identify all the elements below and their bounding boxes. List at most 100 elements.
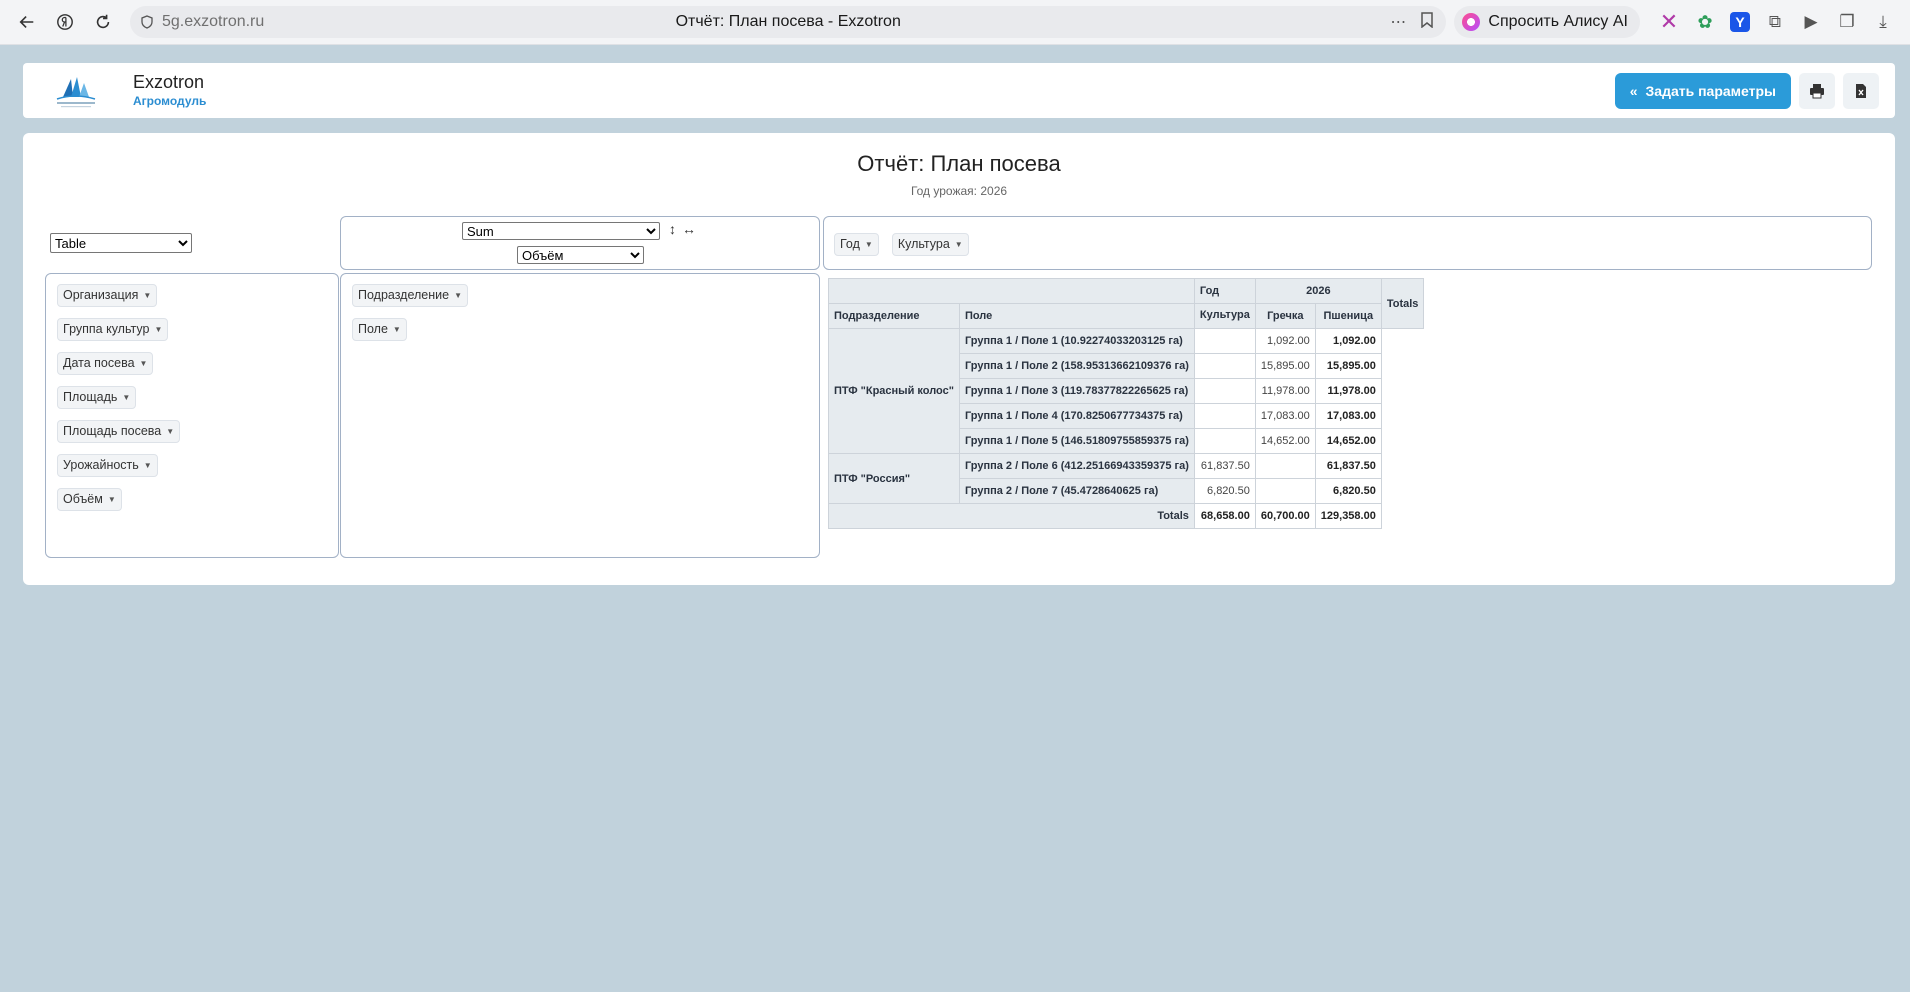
cell-pshenitsa [1254, 453, 1316, 479]
pivot-table: Год 2026 Totals Культура Гречка Пшеница … [828, 278, 1425, 529]
dropdown-triangle-icon: ▼ [392, 325, 401, 334]
col-header-crop-pshenitsa: Пшеница [1314, 303, 1382, 329]
row-header-field: Группа 1 / Поле 5 (146.51809755859375 га… [958, 428, 1195, 454]
totals-row: Totals 68,658.00 60,700.00 129,358.00 [828, 503, 1424, 529]
alice-label: Спросить Алису AI [1488, 13, 1628, 30]
cell-pshenitsa: 1,092.00 [1254, 328, 1316, 354]
export-excel-button[interactable] [1843, 72, 1879, 109]
shield-icon [141, 15, 153, 29]
table-row: ПТФ "Красный колос" Группа 1 / Поле 1 (1… [828, 328, 1424, 454]
cell-pshenitsa: 17,083.00 [1254, 403, 1316, 429]
row-field-division[interactable]: Подразделение ▼ [352, 284, 469, 307]
cell-grechka [1193, 428, 1256, 454]
col-header-year: 2026 [1254, 278, 1382, 304]
dropdown-triangle-icon: ▼ [143, 461, 152, 470]
col-axis-label-year: Год [1193, 278, 1256, 304]
alice-icon [1462, 13, 1481, 31]
cell-row-total: 15,895.00 [1314, 353, 1382, 379]
cell-row-total: 14,652.00 [1314, 428, 1382, 454]
reload-icon[interactable] [86, 5, 120, 39]
address-bar[interactable]: 5g.exzotron.ru Отчёт: План посева - Exzo… [130, 6, 1447, 38]
back-icon[interactable] [10, 5, 44, 39]
unused-fields-area: Организация ▼ Группа культур ▼ Дата посева… [45, 273, 339, 558]
column-fields-area: Год ▼ Культура ▼ [823, 216, 1872, 270]
row-header-division: ПТФ "Красный колос" [828, 328, 960, 454]
row-axis-label-field: Поле [958, 303, 1195, 329]
extensions-puzzle-icon[interactable]: ⧉ [1764, 11, 1786, 33]
cell-grechka [1193, 403, 1256, 429]
page-tab-title: Отчёт: План посева - Exzotron [675, 13, 901, 30]
collections-icon[interactable]: ❐ [1836, 11, 1858, 33]
row-header-totals: Totals [828, 503, 1195, 529]
url-text: 5g.exzotron.ru [162, 13, 265, 30]
alice-button[interactable]: Спросить Алису AI [1454, 6, 1640, 38]
extension-y-icon[interactable]: Y [1730, 12, 1750, 32]
cell-grechka: 6,820.50 [1193, 478, 1256, 504]
cell-pshenitsa: 14,652.00 [1254, 428, 1316, 454]
cell-grechka [1193, 328, 1256, 354]
field-sowing-date[interactable]: Дата посева ▼ [57, 352, 154, 375]
dropdown-triangle-icon: ▼ [154, 325, 163, 334]
dropdown-triangle-icon: ▼ [864, 240, 873, 249]
app-header: Exzotron Агромодуль « Задать параметры [23, 63, 1895, 118]
excel-file-icon [1856, 83, 1866, 98]
dropdown-triangle-icon: ▼ [166, 427, 175, 436]
row-header-field: Группа 2 / Поле 6 (412.25166943359375 га… [958, 453, 1195, 479]
cell-row-total: 11,978.00 [1314, 378, 1382, 404]
field-crop-group[interactable]: Группа культур ▼ [57, 318, 169, 341]
renderer-select[interactable]: Table [50, 233, 192, 253]
cell-pshenitsa [1254, 478, 1316, 504]
module-name[interactable]: Агромодуль [133, 92, 206, 110]
col-total-pshenitsa: 60,700.00 [1254, 503, 1316, 529]
cell-grechka [1193, 378, 1256, 404]
double-chevron-left-icon: « [1629, 82, 1638, 99]
cell-pshenitsa: 15,895.00 [1254, 353, 1316, 379]
col-header-totals: Totals [1380, 278, 1425, 329]
row-sort-icon[interactable]: ↕ [669, 221, 682, 237]
value-field-select[interactable]: Объём [517, 246, 644, 264]
dropdown-triangle-icon: ▼ [143, 291, 152, 300]
media-icon[interactable]: ▶ [1800, 11, 1822, 33]
row-header-field: Группа 2 / Поле 7 (45.4728640625 га) [958, 478, 1195, 504]
more-icon[interactable]: ⋯ [1390, 12, 1406, 32]
col-field-crop[interactable]: Культура ▼ [891, 233, 969, 256]
row-axis-label-division: Подразделение [828, 303, 960, 329]
browser-toolbar: 5g.exzotron.ru Отчёт: План посева - Exzo… [0, 0, 1910, 45]
field-yield[interactable]: Урожайность ▼ [57, 454, 158, 477]
print-icon [1810, 83, 1824, 98]
col-field-year[interactable]: Год ▼ [834, 233, 879, 256]
aggregator-select[interactable]: Sum [462, 222, 660, 240]
set-parameters-button[interactable]: « Задать параметры [1614, 72, 1791, 109]
yandex-icon[interactable] [48, 5, 82, 39]
field-volume[interactable]: Объём ▼ [57, 488, 122, 511]
cell-row-total: 1,092.00 [1314, 328, 1382, 354]
report-title: Отчёт: План посева [857, 151, 1061, 176]
bookmark-icon[interactable] [1420, 11, 1434, 33]
field-area[interactable]: Площадь ▼ [57, 386, 137, 409]
extension-gear-icon[interactable]: ✿ [1694, 11, 1716, 33]
print-button[interactable] [1799, 72, 1835, 109]
field-organization[interactable]: Организация ▼ [57, 284, 158, 307]
grand-total: 129,358.00 [1314, 503, 1382, 529]
extension-x-icon[interactable]: ✕ [1658, 9, 1680, 34]
field-sowing-area[interactable]: Площадь посева ▼ [57, 420, 181, 443]
dropdown-triangle-icon: ▼ [122, 393, 131, 402]
row-fields-area: Подразделение ▼ Поле ▼ [340, 273, 820, 558]
col-axis-label-crop: Культура [1193, 303, 1256, 329]
report-card: Отчёт: План посева Год урожая: 2026 Tabl… [23, 133, 1895, 585]
set-parameters-label: Задать параметры [1645, 82, 1776, 99]
row-field-field[interactable]: Поле ▼ [352, 318, 407, 341]
row-header-field: Группа 1 / Поле 1 (10.92274033203125 га) [958, 328, 1195, 354]
dropdown-triangle-icon: ▼ [107, 495, 116, 504]
dropdown-triangle-icon: ▼ [954, 240, 963, 249]
dropdown-triangle-icon: ▼ [454, 291, 463, 300]
cell-grechka: 61,837.50 [1193, 453, 1256, 479]
cell-pshenitsa: 11,978.00 [1254, 378, 1316, 404]
col-header-crop-grechka: Гречка [1254, 303, 1316, 329]
pivot-corner [828, 278, 1195, 304]
brand-name: Exzotron [133, 71, 205, 92]
exzotron-logo-icon [56, 76, 96, 107]
cell-row-total: 17,083.00 [1314, 403, 1382, 429]
download-icon[interactable]: ⤓ [1872, 11, 1894, 33]
col-sort-icon[interactable]: ↔ [682, 221, 702, 237]
